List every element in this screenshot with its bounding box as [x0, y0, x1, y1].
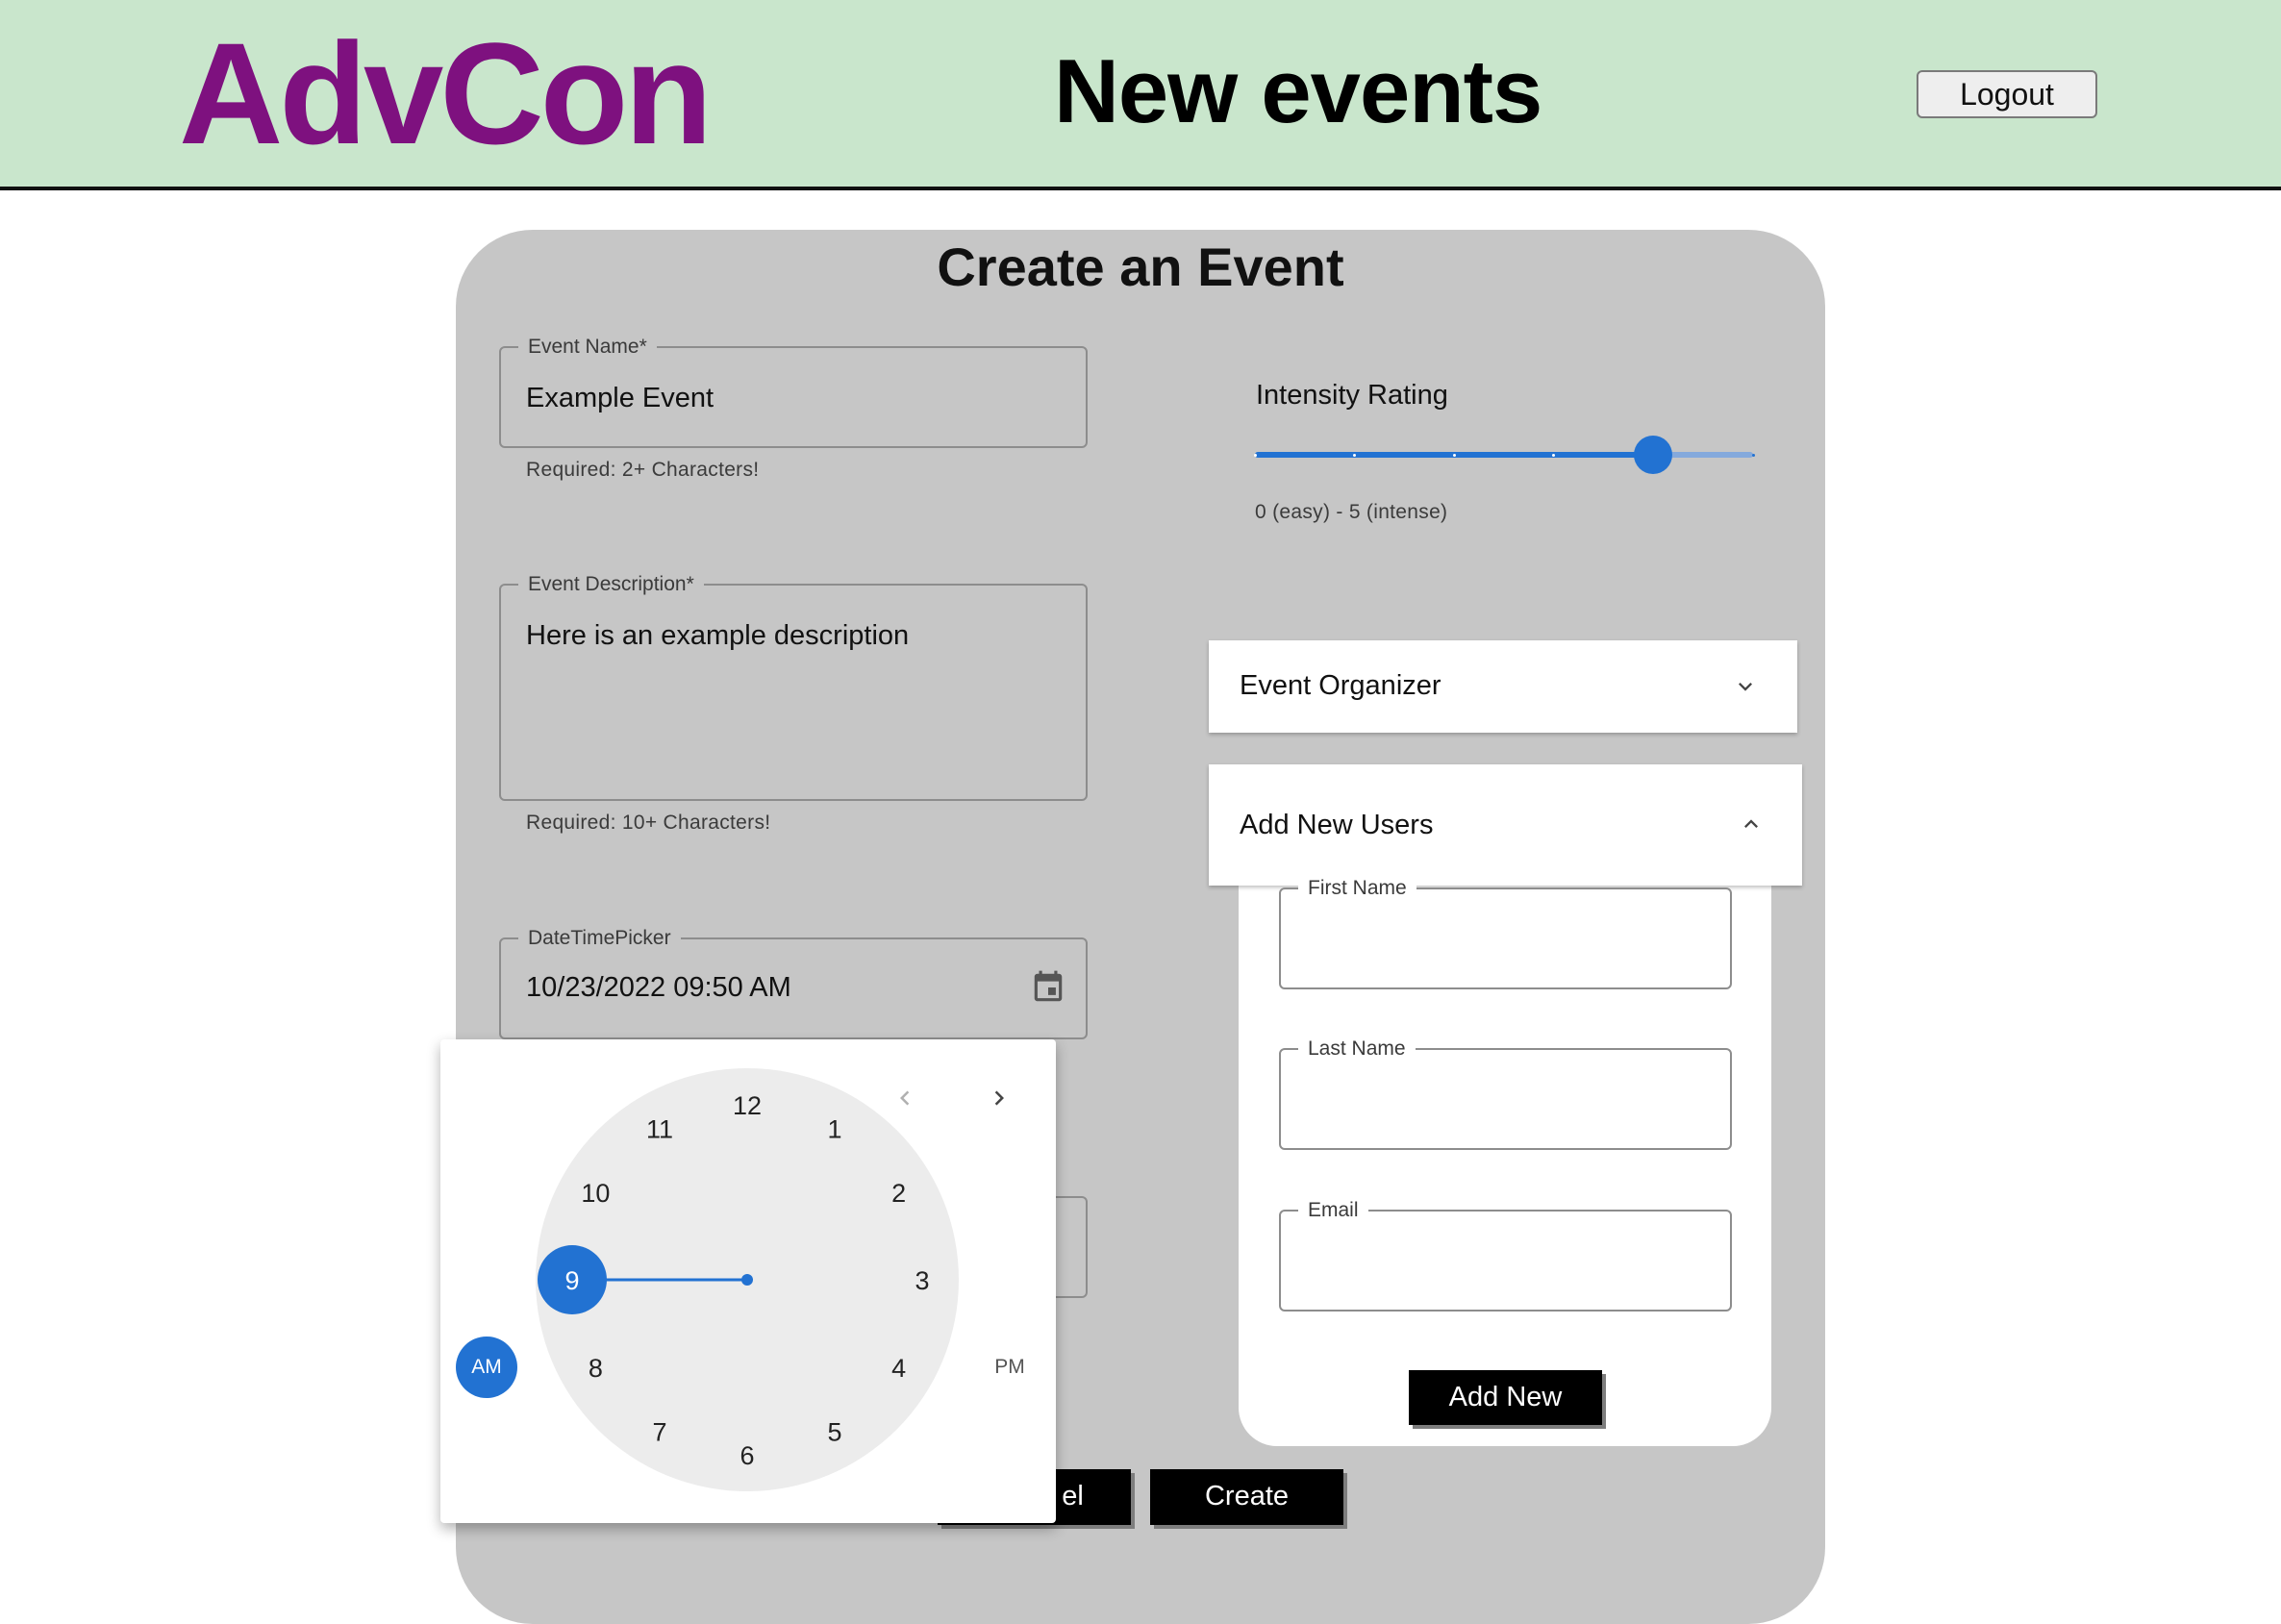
- calendar-icon[interactable]: [1030, 968, 1066, 1007]
- clock-hour-6[interactable]: 6: [739, 1441, 754, 1470]
- datetime-label: DateTimePicker: [518, 928, 681, 948]
- intensity-label: Intensity Rating: [1256, 380, 1448, 411]
- add-users-accordion[interactable]: Add New Users: [1209, 764, 1802, 886]
- pm-toggle[interactable]: PM: [979, 1337, 1040, 1398]
- create-button[interactable]: Create: [1150, 1469, 1343, 1525]
- clock-hour-9[interactable]: 9: [564, 1266, 579, 1295]
- clock-hour-1[interactable]: 1: [827, 1114, 841, 1143]
- clock-face[interactable]: 121234567891011: [440, 1039, 1056, 1523]
- clock-hour-5[interactable]: 5: [827, 1418, 841, 1447]
- logout-button[interactable]: Logout: [1917, 70, 2097, 118]
- intensity-helper: 0 (easy) - 5 (intense): [1255, 501, 1448, 523]
- datetime-field[interactable]: DateTimePicker 10/23/2022 09:50 AM: [499, 928, 1088, 1039]
- clock-hour-7[interactable]: 7: [652, 1418, 666, 1447]
- clock-center-dot: [741, 1274, 753, 1286]
- event-name-value: Example Event: [526, 383, 714, 413]
- clock-hour-11[interactable]: 11: [646, 1114, 673, 1143]
- intensity-slider-mark: [1452, 454, 1456, 457]
- clock-hour-3[interactable]: 3: [915, 1266, 929, 1295]
- time-picker-popover: 12 1 2 3 4 5 6 7 8 9 10 11 AM PM: [440, 1039, 1056, 1523]
- clock-hour-12[interactable]: 12: [733, 1091, 762, 1120]
- add-new-user-button[interactable]: Add New: [1409, 1370, 1602, 1425]
- email-field[interactable]: Email: [1279, 1200, 1732, 1312]
- event-description-helper: Required: 10+ Characters!: [526, 812, 771, 834]
- chevron-up-icon[interactable]: [1738, 811, 1765, 837]
- event-organizer-accordion[interactable]: Event Organizer: [1209, 640, 1797, 733]
- event-name-helper: Required: 2+ Characters!: [526, 459, 760, 481]
- chevron-right-icon[interactable]: [985, 1084, 1014, 1112]
- brand-logo[interactable]: AdvCon: [179, 21, 713, 165]
- am-toggle[interactable]: AM: [456, 1337, 517, 1398]
- first-name-field[interactable]: First Name: [1279, 878, 1732, 989]
- event-description-field[interactable]: Event Description* Here is an example de…: [499, 574, 1088, 801]
- add-users-label: Add New Users: [1240, 810, 1434, 840]
- event-description-label: Event Description*: [518, 574, 704, 594]
- last-name-field[interactable]: Last Name: [1279, 1038, 1732, 1150]
- clock-hour-2[interactable]: 2: [891, 1179, 906, 1208]
- datetime-value: 10/23/2022 09:50 AM: [526, 972, 791, 1003]
- page-title: New events: [1054, 40, 1542, 141]
- event-description-value: Here is an example description: [526, 620, 910, 651]
- form-title: Create an Event: [937, 237, 1344, 297]
- intensity-slider-mark: [1751, 454, 1755, 457]
- event-name-label: Event Name*: [518, 337, 657, 357]
- first-name-label: First Name: [1298, 878, 1416, 898]
- intensity-slider[interactable]: [1253, 436, 1755, 474]
- chevron-down-icon[interactable]: [1732, 673, 1759, 700]
- clock-hour-10[interactable]: 10: [581, 1179, 610, 1208]
- event-name-field[interactable]: Event Name* Example Event: [499, 337, 1088, 448]
- app-header: AdvCon New events Logout: [0, 0, 2281, 190]
- event-organizer-label: Event Organizer: [1240, 670, 1441, 701]
- chevron-left-icon[interactable]: [890, 1084, 919, 1112]
- intensity-slider-mark: [1253, 454, 1257, 457]
- clock-hour-8[interactable]: 8: [589, 1354, 603, 1383]
- clock-hour-4[interactable]: 4: [891, 1354, 906, 1383]
- email-label: Email: [1298, 1200, 1368, 1220]
- last-name-label: Last Name: [1298, 1038, 1416, 1059]
